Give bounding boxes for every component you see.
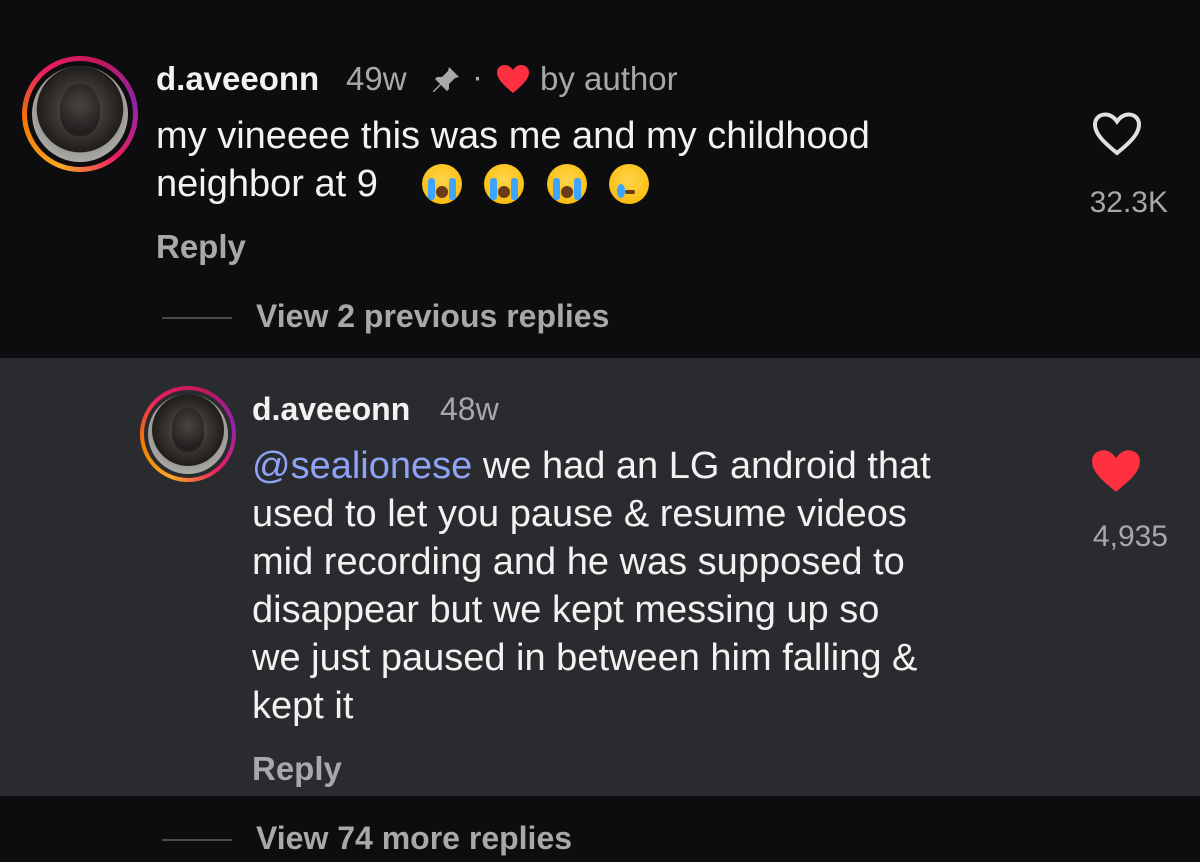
mention-link[interactable]: @sealionese xyxy=(252,445,472,487)
heart-icon xyxy=(496,64,530,94)
reply-text-line: we had an LG android that xyxy=(472,445,931,487)
reply-text-line: disappear but we kept messing up so xyxy=(252,589,880,631)
reply-text-line: used to let you pause & resume videos xyxy=(252,493,907,535)
reply-username[interactable]: d.aveeonn xyxy=(252,391,410,428)
reply-like-count: 4,935 xyxy=(1092,520,1168,553)
view-more-section: View 74 more replies xyxy=(0,796,1200,862)
loudly-crying-face-icon xyxy=(422,164,462,204)
like-button[interactable] xyxy=(1090,448,1142,494)
loudly-crying-face-icon xyxy=(484,164,525,204)
reply-age: 48w xyxy=(440,391,499,427)
like-button[interactable] xyxy=(1092,112,1142,156)
comment: d.aveeonn 49w · by author my vineeee thi… xyxy=(0,0,1200,358)
thread-line xyxy=(162,317,232,319)
heart-outline-icon xyxy=(1092,112,1142,156)
reply-button[interactable]: Reply xyxy=(252,750,342,788)
comment-emojis xyxy=(416,164,650,212)
view-previous-replies-button[interactable]: View 2 previous replies xyxy=(256,298,609,335)
reply-text-line: kept it xyxy=(252,685,354,727)
heart-filled-icon xyxy=(1092,450,1140,492)
reply-text-line: mid recording and he was supposed to xyxy=(252,541,905,583)
comment-username[interactable]: d.aveeonn xyxy=(156,60,319,98)
liked-by-author-label: by author xyxy=(540,60,678,97)
face-holding-back-tears-icon xyxy=(609,164,650,204)
reply-text: @sealionese we had an LG android that us… xyxy=(252,442,1052,730)
meta-separator: · xyxy=(472,58,483,95)
reply-comment: d.aveeonn 48w @sealionese we had an LG a… xyxy=(0,358,1200,796)
reply-button[interactable]: Reply xyxy=(156,228,246,266)
pin-icon xyxy=(430,64,462,96)
reply-avatar[interactable] xyxy=(140,386,236,482)
thread-line xyxy=(162,839,232,841)
view-more-replies-button[interactable]: View 74 more replies xyxy=(256,820,572,857)
like-count: 32.3K xyxy=(1089,186,1168,219)
comment-age: 49w xyxy=(346,60,407,97)
reply-text-line: we just paused in between him falling & xyxy=(252,637,918,679)
loudly-crying-face-icon xyxy=(546,164,587,204)
avatar[interactable] xyxy=(22,56,138,172)
